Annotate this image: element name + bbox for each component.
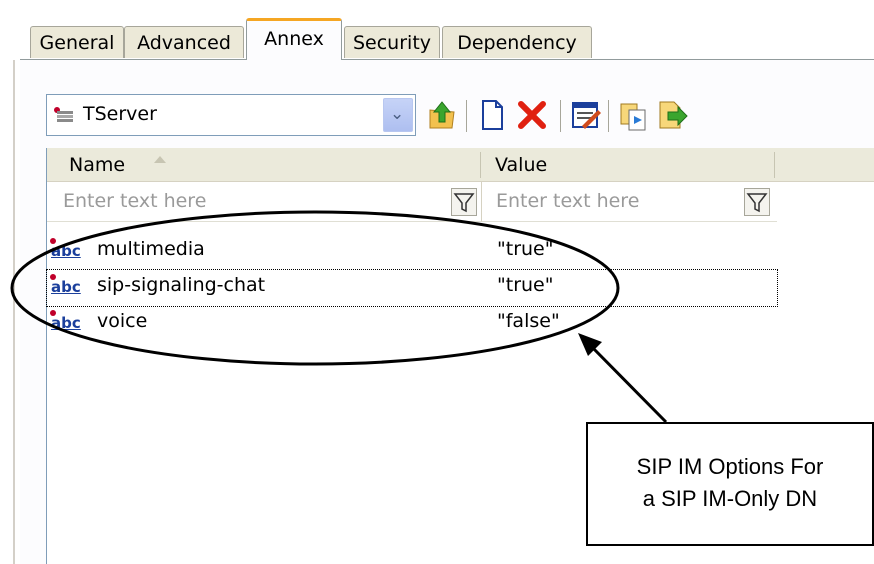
annotation-callout: SIP IM Options For a SIP IM-Only DN <box>586 422 874 546</box>
callout-line-1: SIP IM Options For <box>636 454 824 479</box>
highlight-ellipse <box>10 210 620 366</box>
annotation-arrow-line <box>588 343 668 424</box>
callout-line-2: a SIP IM-Only DN <box>642 486 818 511</box>
